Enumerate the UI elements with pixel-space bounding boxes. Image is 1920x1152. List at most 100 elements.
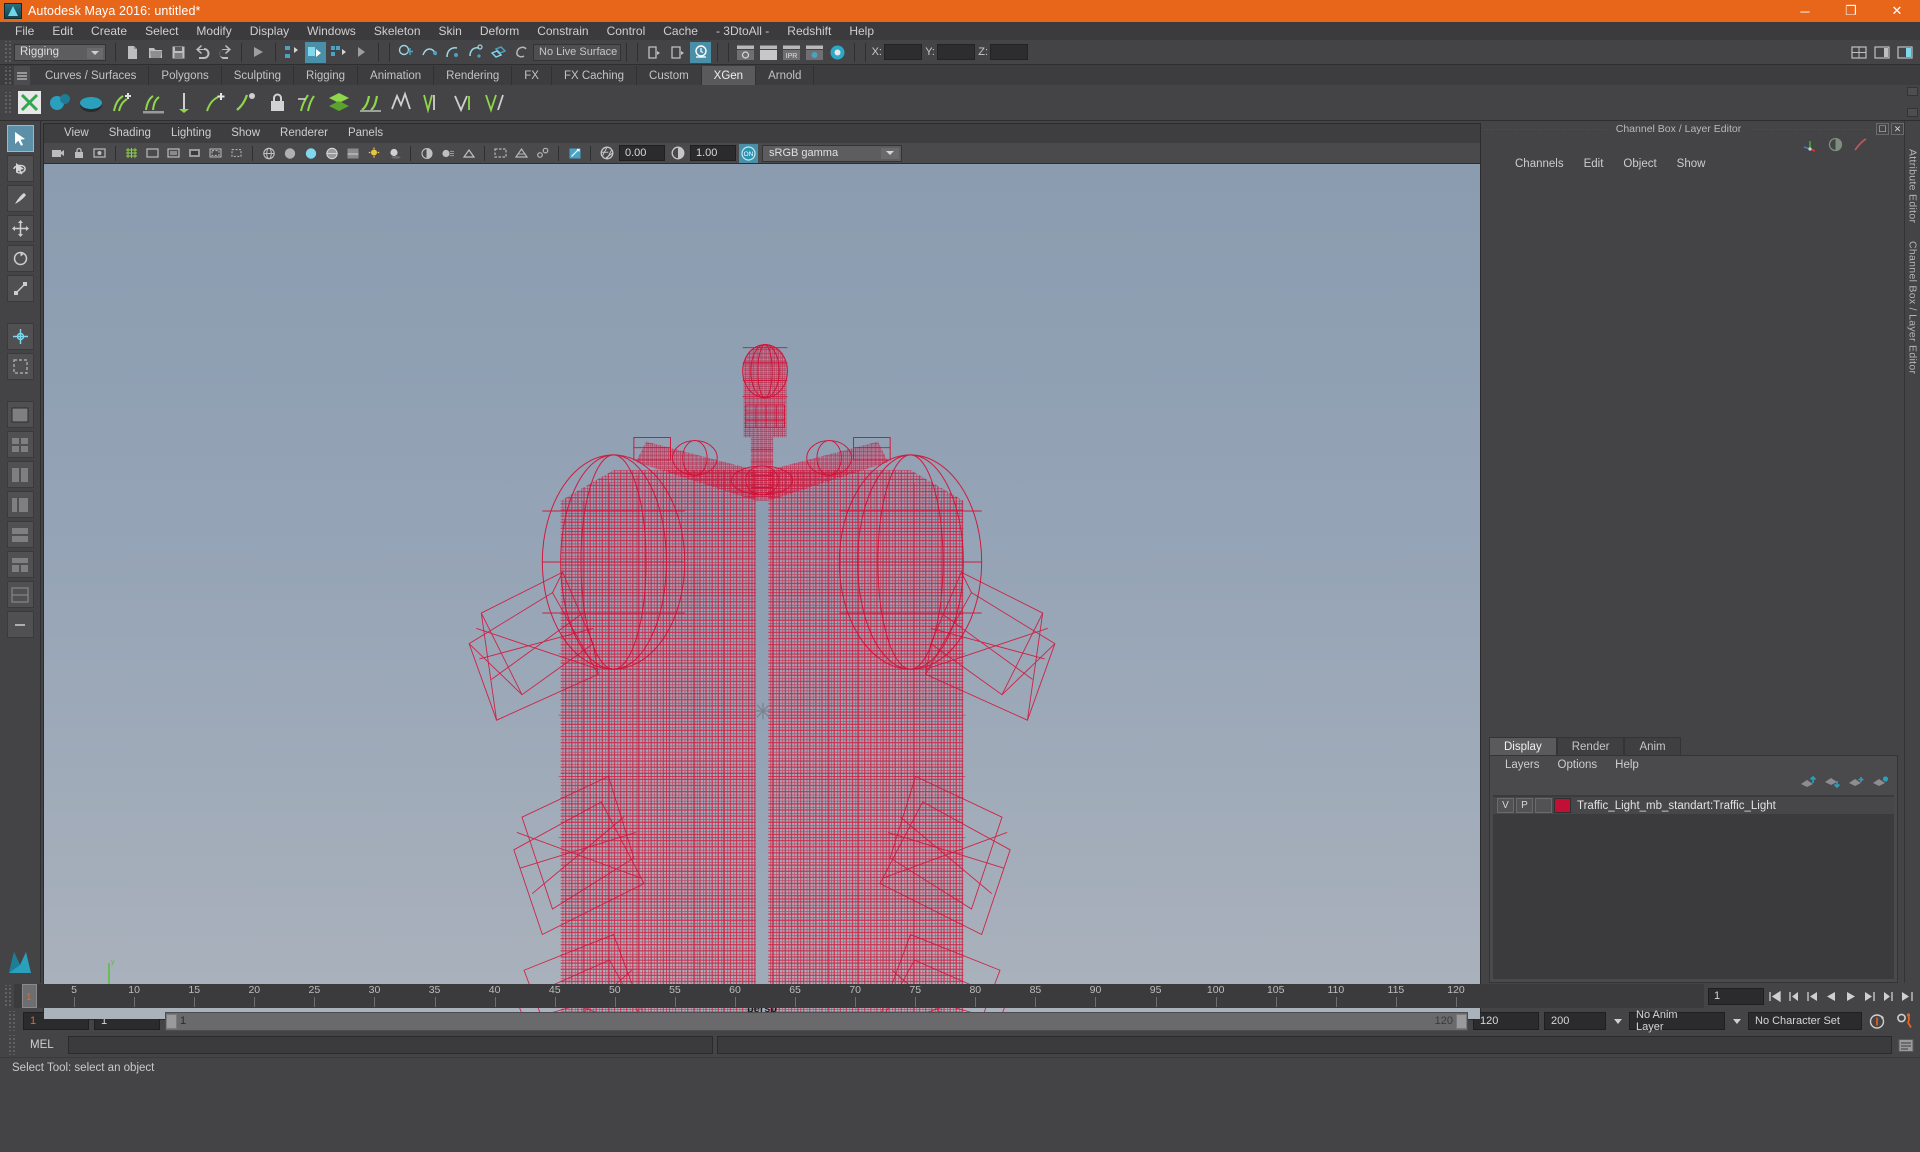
scale-tool-button[interactable]	[6, 275, 34, 302]
layer-playback-toggle[interactable]: P	[1516, 798, 1533, 813]
shelf-scroll-up-icon[interactable]	[1907, 87, 1918, 96]
xgen-guide-icon[interactable]	[170, 88, 199, 118]
snap-to-grid-button[interactable]	[396, 42, 417, 63]
menu-item-cache[interactable]: Cache	[654, 22, 707, 40]
layer-shading-toggle[interactable]	[1535, 798, 1552, 813]
selection-mask-arrow-button[interactable]	[351, 42, 372, 63]
playback-range-bar[interactable]: 1 120	[165, 1011, 1468, 1031]
persp-outliner-layout-button[interactable]	[6, 581, 34, 608]
shelf-tab-sculpting[interactable]: Sculpting	[221, 66, 295, 85]
show-hypergraph-button[interactable]	[667, 42, 688, 63]
move-layer-down-icon[interactable]	[1824, 776, 1841, 792]
anim-layer-dropdown[interactable]: No Anim Layer	[1629, 1009, 1725, 1033]
step-forward-frame-icon[interactable]	[1861, 988, 1878, 1005]
wireframe-shading-icon[interactable]	[259, 144, 278, 163]
viewport-menu-panels[interactable]: Panels	[338, 124, 393, 143]
layer-row[interactable]: V P Traffic_Light_mb_standart:Traffic_Ligh…	[1493, 797, 1894, 814]
gamma-field[interactable]: 1.00	[690, 145, 736, 161]
layer-menu-help[interactable]: Help	[1606, 756, 1648, 774]
snap-to-projected-center-button[interactable]	[465, 42, 486, 63]
ipr-render-button[interactable]: IPR	[781, 42, 802, 63]
xgen-modifier-icon[interactable]	[356, 88, 385, 118]
play-forwards-icon[interactable]	[1842, 988, 1859, 1005]
show-manipulator-tool-button[interactable]	[6, 323, 34, 350]
layer-menu-options[interactable]: Options	[1549, 756, 1607, 774]
collapse-layout-button[interactable]	[6, 611, 34, 638]
create-empty-layer-icon[interactable]	[1848, 776, 1865, 792]
snap-to-point-button[interactable]	[442, 42, 463, 63]
animation-preferences-icon[interactable]	[1894, 1010, 1916, 1032]
color-profile-dropdown[interactable]: sRGB gamma	[762, 144, 902, 162]
new-scene-button[interactable]	[122, 42, 143, 63]
shelf-tab-xgen[interactable]: XGen	[701, 66, 757, 85]
undock-panel-button[interactable]: ☐	[1876, 123, 1889, 135]
menu-item-3dtoall[interactable]: - 3DtoAll -	[707, 22, 778, 40]
play-backwards-icon[interactable]	[1823, 988, 1840, 1005]
hypershade-button[interactable]	[827, 42, 848, 63]
motion-blur-icon[interactable]	[438, 144, 457, 163]
outliner-persp-layout-button[interactable]	[6, 491, 34, 518]
xgen-layers-icon[interactable]	[325, 88, 354, 118]
transform-gizmo-icon[interactable]	[1802, 137, 1818, 155]
command-line-grip-handle[interactable]	[7, 1035, 16, 1055]
paint-select-tool-button[interactable]	[6, 185, 34, 212]
step-back-frame-icon[interactable]	[1804, 988, 1821, 1005]
range-slider-grip-handle[interactable]	[7, 1011, 16, 1031]
menuset-mode-dropdown[interactable]: Rigging	[14, 43, 106, 61]
character-set-dropdown-arrow[interactable]	[1730, 1012, 1743, 1030]
shadows-icon[interactable]	[385, 144, 404, 163]
channel-box-tab[interactable]: Channel Box / Layer Editor	[1907, 241, 1919, 374]
viewport-menu-lighting[interactable]: Lighting	[161, 124, 221, 143]
hypershade-persp-layout-button[interactable]	[6, 551, 34, 578]
safe-action-icon[interactable]	[206, 144, 225, 163]
coord-field-y[interactable]	[937, 44, 975, 60]
xgen-clump-icon[interactable]	[294, 88, 323, 118]
film-gate-icon[interactable]	[143, 144, 162, 163]
shelf-tab-rendering[interactable]: Rendering	[434, 66, 513, 85]
xgen-freeze-icon[interactable]	[263, 88, 292, 118]
range-end-handle[interactable]	[1456, 1013, 1467, 1029]
select-by-hierarchy-button[interactable]	[282, 42, 303, 63]
gamma-icon[interactable]	[668, 144, 687, 163]
menu-item-control[interactable]: Control	[598, 22, 655, 40]
two-pane-side-layout-button[interactable]	[6, 461, 34, 488]
make-live-button[interactable]	[511, 42, 532, 63]
toolbar-grip-handle[interactable]	[3, 41, 12, 63]
layer-tab-display[interactable]: Display	[1489, 737, 1557, 755]
toggle-modeling-toolkit-button[interactable]	[1848, 42, 1869, 63]
close-button[interactable]: ✕	[1874, 0, 1920, 22]
select-by-object-type-button[interactable]	[305, 41, 326, 63]
close-panel-button[interactable]: ✕	[1891, 123, 1904, 135]
coord-field-x[interactable]	[884, 44, 922, 60]
exposure-field[interactable]: 0.00	[619, 145, 665, 161]
smooth-shade-selected-icon[interactable]	[301, 144, 320, 163]
lock-camera-icon[interactable]	[69, 144, 88, 163]
menu-item-edit[interactable]: Edit	[43, 22, 82, 40]
shelf-tab-arnold[interactable]: Arnold	[756, 66, 815, 85]
viewport-menu-renderer[interactable]: Renderer	[270, 124, 338, 143]
screen-space-ao-icon[interactable]	[417, 144, 436, 163]
create-layer-from-selected-icon[interactable]	[1872, 775, 1889, 792]
menu-item-deform[interactable]: Deform	[471, 22, 528, 40]
layer-tab-render[interactable]: Render	[1556, 737, 1625, 755]
safe-title-icon[interactable]	[227, 144, 246, 163]
four-view-layout-button[interactable]	[6, 431, 34, 458]
multisample-aa-icon[interactable]	[459, 144, 478, 163]
menu-item-windows[interactable]: Windows	[298, 22, 365, 40]
menu-item-display[interactable]: Display	[241, 22, 298, 40]
shelf-tab-polygons[interactable]: Polygons	[149, 66, 222, 85]
go-to-end-icon[interactable]	[1899, 988, 1916, 1005]
current-frame-field[interactable]: 1	[1708, 987, 1764, 1005]
use-default-lighting-icon[interactable]	[364, 144, 383, 163]
anim-curve-icon[interactable]	[1853, 137, 1868, 155]
anim-layer-dropdown-arrow[interactable]	[1611, 1012, 1624, 1030]
viewport-menu-view[interactable]: View	[54, 124, 99, 143]
xgen-export-icon[interactable]	[480, 88, 509, 118]
texture-display-icon[interactable]	[343, 144, 362, 163]
layer-color-swatch[interactable]	[1554, 798, 1571, 813]
script-editor-button[interactable]	[1896, 1035, 1916, 1055]
auto-keyframe-toggle-icon[interactable]	[1867, 1010, 1889, 1032]
menu-item-select[interactable]: Select	[136, 22, 187, 40]
move-tool-button[interactable]	[6, 215, 34, 242]
viewport-menu-shading[interactable]: Shading	[99, 124, 161, 143]
